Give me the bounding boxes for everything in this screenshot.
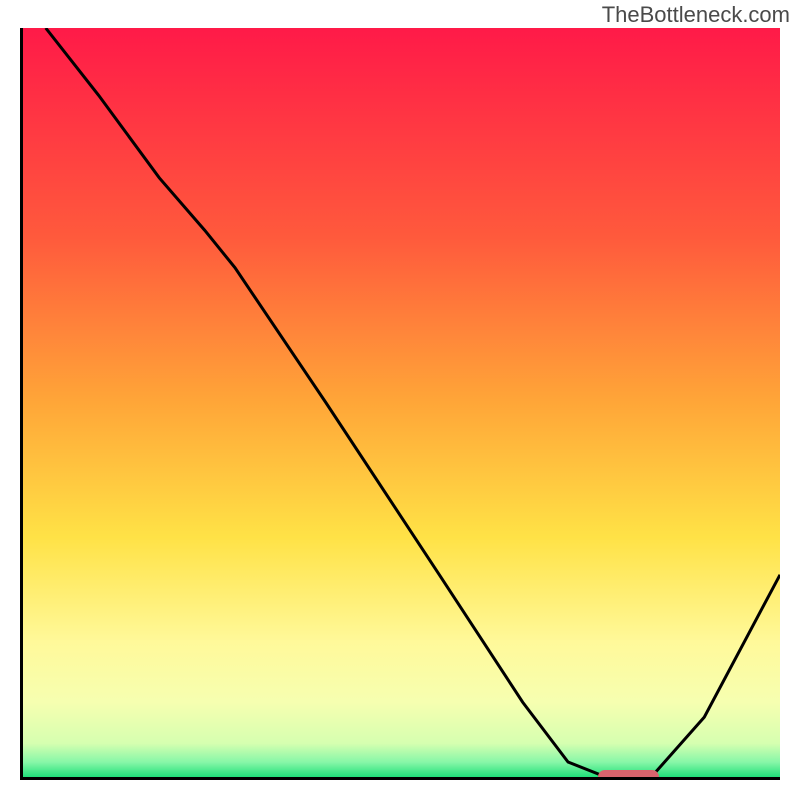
plot-area	[20, 28, 780, 780]
optimal-marker	[598, 770, 659, 780]
watermark-text: TheBottleneck.com	[602, 2, 790, 28]
bottleneck-curve	[23, 28, 780, 777]
chart-container: TheBottleneck.com	[0, 0, 800, 800]
